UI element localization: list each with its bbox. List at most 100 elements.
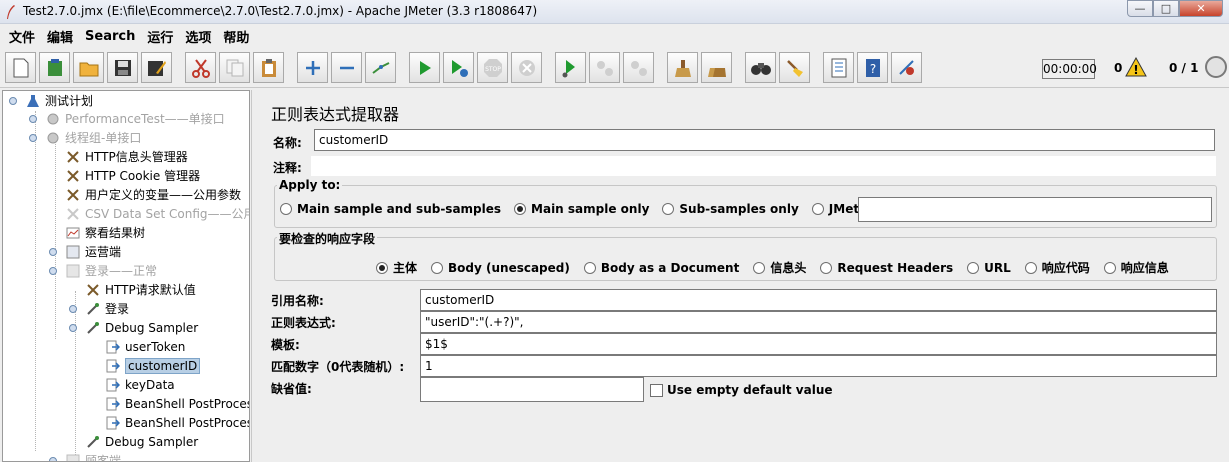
split-pane-divider[interactable]	[251, 90, 259, 462]
templates-icon[interactable]	[39, 52, 70, 83]
regex-field[interactable]: "userID":"(.+?)",	[420, 311, 1217, 333]
function-helper-icon[interactable]	[823, 52, 854, 83]
tree-toggle[interactable]	[69, 324, 77, 332]
radio-main-and-sub[interactable]: Main sample and sub-samples	[280, 202, 501, 216]
radio-body-as-document[interactable]: Body as a Document	[583, 261, 739, 275]
radio-response-code[interactable]: 响应代码	[1024, 259, 1090, 276]
template-field[interactable]: $1$	[420, 333, 1217, 355]
name-field[interactable]: customerID	[314, 129, 1215, 151]
use-empty-default-checkbox[interactable]	[650, 384, 663, 397]
tree-toggle[interactable]	[49, 457, 57, 461]
start-no-pause-icon[interactable]	[443, 52, 474, 83]
radio-body-unescaped[interactable]: Body (unescaped)	[431, 261, 570, 275]
tree-toggle[interactable]	[29, 134, 37, 142]
tree-node-extractor-selected[interactable]: customerID	[105, 356, 201, 375]
tree-node-header-manager[interactable]: HTTP信息头管理器	[65, 147, 188, 166]
collapse-icon[interactable]	[331, 52, 362, 83]
tree-node-results-tree[interactable]: 察看结果树	[65, 223, 145, 242]
menu-edit[interactable]: 编辑	[41, 27, 79, 46]
radio-button-selected[interactable]	[376, 261, 388, 274]
tree-node-http-defaults[interactable]: HTTP请求默认值	[85, 280, 196, 299]
tree-node-controller[interactable]: 登录——正常	[65, 261, 157, 280]
tree-node-extractor[interactable]: keyData	[105, 375, 175, 394]
remote-start-icon[interactable]	[555, 52, 586, 83]
paste-icon[interactable]	[253, 52, 284, 83]
copy-icon[interactable]	[219, 52, 250, 83]
tree-toggle[interactable]	[29, 115, 37, 123]
clear-all-icon[interactable]	[701, 52, 732, 83]
radio-sub-only[interactable]: Sub-samples only	[662, 202, 799, 216]
new-icon[interactable]	[5, 52, 36, 83]
maximize-button[interactable]: □	[1153, 0, 1179, 17]
tree-toggle[interactable]	[49, 248, 57, 256]
tree-toggle[interactable]	[49, 267, 57, 275]
radio-button[interactable]	[662, 203, 675, 215]
wrench-icon	[65, 149, 81, 165]
expand-icon[interactable]	[297, 52, 328, 83]
tree-node-debug-sampler[interactable]: Debug Sampler	[85, 318, 198, 337]
radio-button[interactable]	[811, 203, 824, 215]
save-icon[interactable]	[107, 52, 138, 83]
tree-toggle[interactable]	[69, 305, 77, 313]
radio-button[interactable]	[820, 261, 833, 274]
jmeter-feather-icon	[7, 5, 15, 19]
radio-request-headers[interactable]: Request Headers	[820, 261, 953, 275]
radio-button[interactable]	[280, 203, 292, 215]
tree-node-cookie-manager[interactable]: HTTP Cookie 管理器	[65, 166, 200, 185]
log-viewer-icon[interactable]	[891, 52, 922, 83]
radio-button[interactable]	[1024, 261, 1037, 274]
close-button[interactable]: ✕	[1179, 0, 1223, 17]
tree-node-test-plan[interactable]: 测试计划	[25, 91, 93, 110]
menu-help[interactable]: 帮助	[217, 27, 255, 46]
use-empty-default-label[interactable]: Use empty default value	[667, 383, 833, 397]
tree-node-thread-group[interactable]: PerformanceTest——单接口	[45, 109, 225, 128]
tree-node-debug-sampler[interactable]: Debug Sampler	[85, 432, 198, 451]
radio-url[interactable]: URL	[967, 261, 1011, 275]
warning-icon[interactable]: !	[1125, 57, 1147, 77]
radio-body[interactable]: 主体	[376, 259, 417, 276]
tree-toggle[interactable]	[9, 97, 17, 105]
menu-search[interactable]: Search	[79, 29, 141, 44]
menu-run[interactable]: 运行	[141, 27, 179, 46]
open-icon[interactable]	[73, 52, 104, 83]
test-plan-tree[interactable]: 测试计划 PerformanceTest——单接口 线程组-单接口 HTTP信息…	[2, 90, 250, 462]
tree-node-postprocessor[interactable]: BeanShell PostProces	[105, 413, 249, 432]
ref-name-field[interactable]: customerID	[420, 289, 1217, 311]
tree-node-user-variables[interactable]: 用户定义的变量——公用参数	[65, 185, 241, 204]
remote-stop-icon[interactable]	[589, 52, 620, 83]
radio-button[interactable]	[1103, 261, 1116, 274]
clear-icon[interactable]	[667, 52, 698, 83]
tree-node-sampler[interactable]: 登录	[85, 299, 129, 318]
minimize-button[interactable]: —	[1127, 0, 1153, 17]
tree-node-postprocessor[interactable]: BeanShell PostProces	[105, 394, 249, 413]
start-icon[interactable]	[409, 52, 440, 83]
radio-button[interactable]	[753, 261, 766, 274]
radio-button[interactable]	[583, 261, 596, 274]
remote-shutdown-icon[interactable]	[623, 52, 654, 83]
reset-search-icon[interactable]	[779, 52, 810, 83]
tree-node-thread-group[interactable]: 线程组-单接口	[45, 128, 141, 147]
toggle-icon[interactable]	[365, 52, 396, 83]
save-as-icon[interactable]	[141, 52, 172, 83]
shutdown-icon[interactable]	[511, 52, 542, 83]
radio-button-selected[interactable]	[514, 203, 527, 215]
match-no-field[interactable]: 1	[420, 355, 1217, 377]
comment-field[interactable]	[310, 155, 1217, 177]
tree-node-csv-config[interactable]: CSV Data Set Config——公用	[65, 204, 249, 223]
radio-response-message[interactable]: 响应信息	[1103, 259, 1169, 276]
cut-icon[interactable]	[185, 52, 216, 83]
menu-file[interactable]: 文件	[3, 27, 41, 46]
radio-button[interactable]	[967, 261, 980, 274]
stop-icon[interactable]: STOP	[477, 52, 508, 83]
radio-main-only[interactable]: Main sample only	[514, 202, 649, 216]
help-icon[interactable]: ?	[857, 52, 888, 83]
menu-options[interactable]: 选项	[179, 27, 217, 46]
radio-headers[interactable]: 信息头	[753, 259, 806, 276]
tree-node-controller[interactable]: 顾客端	[65, 451, 121, 461]
radio-button[interactable]	[431, 261, 444, 274]
search-icon[interactable]	[745, 52, 776, 83]
default-value-field[interactable]	[420, 377, 644, 402]
tree-node-controller[interactable]: 运营端	[65, 242, 121, 261]
tree-node-extractor[interactable]: userToken	[105, 337, 185, 356]
jmeter-variable-input[interactable]	[858, 197, 1212, 222]
